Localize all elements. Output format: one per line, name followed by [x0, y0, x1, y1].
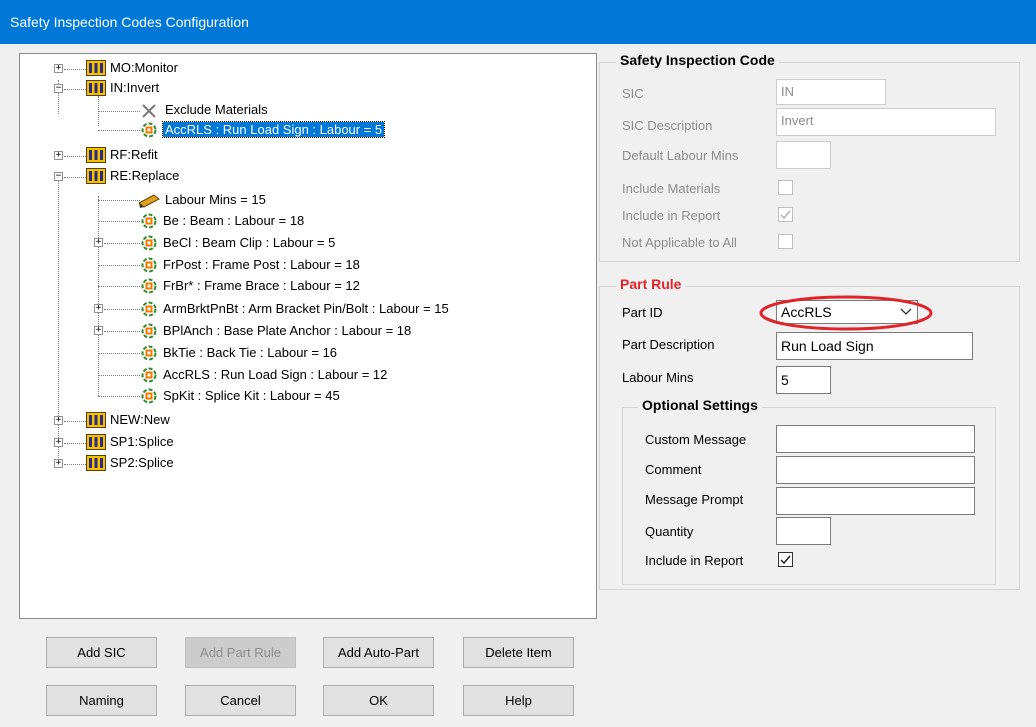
expand-toggle[interactable]: +	[54, 416, 63, 425]
sic-description-label: SIC Description	[622, 118, 713, 133]
labour-mins-label: Labour Mins	[622, 370, 694, 385]
grid-icon	[86, 412, 106, 428]
checkmark-icon	[780, 555, 791, 565]
grid-icon	[86, 168, 106, 184]
help-button[interactable]: Help	[463, 685, 574, 716]
tree-node-accrls-replace[interactable]: AccRLS : Run Load Sign : Labour = 12	[163, 365, 387, 385]
part-description-label: Part Description	[622, 337, 715, 352]
default-labour-input[interactable]	[776, 141, 831, 169]
part-icon	[141, 388, 157, 404]
tree-node-be[interactable]: Be : Beam : Labour = 18	[163, 211, 304, 231]
sic-group-title: Safety Inspection Code	[616, 52, 779, 68]
part-icon	[141, 345, 157, 361]
collapse-toggle[interactable]: −	[54, 172, 63, 181]
optional-settings-title: Optional Settings	[638, 397, 762, 413]
grid-icon	[86, 147, 106, 163]
part-icon	[141, 235, 157, 251]
expand-toggle[interactable]: +	[94, 326, 103, 335]
part-rule-title: Part Rule	[616, 276, 686, 292]
part-icon	[141, 122, 157, 138]
sic-tree-view[interactable]: + MO:Monitor − IN:Invert Exclude Materia…	[19, 53, 597, 619]
tree-node-replace[interactable]: RE:Replace	[110, 166, 179, 186]
custom-message-label: Custom Message	[645, 432, 747, 447]
not-applicable-checkbox[interactable]	[778, 234, 793, 249]
default-labour-label: Default Labour Mins	[622, 148, 739, 163]
grid-icon	[86, 80, 106, 96]
message-prompt-label: Message Prompt	[645, 492, 744, 507]
tree-node-becl[interactable]: BeCl : Beam Clip : Labour = 5	[163, 233, 335, 253]
sic-description-input[interactable]: Invert	[776, 108, 996, 136]
tree-node-new[interactable]: NEW:New	[110, 410, 170, 430]
expand-toggle[interactable]: +	[54, 64, 63, 73]
add-auto-part-button[interactable]: Add Auto-Part	[323, 637, 434, 668]
highlight-ellipse	[759, 295, 933, 331]
window-titlebar: Safety Inspection Codes Configuration	[0, 0, 1036, 44]
naming-button[interactable]: Naming	[46, 685, 157, 716]
part-icon	[141, 213, 157, 229]
tree-node-sp1[interactable]: SP1:Splice	[110, 432, 174, 452]
optional-include-report-checkbox[interactable]	[778, 552, 793, 567]
tree-node-accrls-invert[interactable]: AccRLS : Run Load Sign : Labour = 5	[161, 120, 386, 140]
tree-node-spkit[interactable]: SpKit : Splice Kit : Labour = 45	[163, 386, 340, 406]
expand-toggle[interactable]: +	[94, 304, 103, 313]
tree-node-refit[interactable]: RF:Refit	[110, 145, 158, 165]
tree-node-sp2[interactable]: SP2:Splice	[110, 453, 174, 473]
part-icon	[141, 367, 157, 383]
tree-node-armbrktpnbt[interactable]: ArmBrktPnBt : Arm Bracket Pin/Bolt : Lab…	[163, 299, 449, 319]
expand-toggle[interactable]: +	[54, 151, 63, 160]
expand-toggle[interactable]: +	[54, 438, 63, 447]
part-id-label: Part ID	[622, 305, 663, 320]
tree-node-invert[interactable]: IN:Invert	[110, 78, 159, 98]
tree-node-bplanch[interactable]: BPlAnch : Base Plate Anchor : Labour = 1…	[163, 321, 411, 341]
grid-icon	[86, 60, 106, 76]
optional-include-report-label: Include in Report	[645, 553, 744, 568]
tree-node-frpost[interactable]: FrPost : Frame Post : Labour = 18	[163, 255, 360, 275]
comment-label: Comment	[645, 462, 702, 477]
x-icon	[142, 104, 156, 118]
include-materials-label: Include Materials	[622, 181, 721, 196]
window-title: Safety Inspection Codes Configuration	[10, 14, 249, 30]
delete-item-button[interactable]: Delete Item	[463, 637, 574, 668]
tree-node-bktie[interactable]: BkTie : Back Tie : Labour = 16	[163, 343, 337, 363]
checkmark-icon	[780, 210, 791, 220]
expand-toggle[interactable]: +	[94, 238, 103, 247]
custom-message-input[interactable]	[776, 425, 975, 453]
tree-node-monitor[interactable]: MO:Monitor	[110, 58, 178, 78]
not-applicable-label: Not Applicable to All	[622, 235, 737, 250]
message-prompt-input[interactable]	[776, 487, 975, 515]
include-materials-checkbox[interactable]	[778, 180, 793, 195]
cancel-button[interactable]: Cancel	[185, 685, 296, 716]
part-icon	[141, 301, 157, 317]
quantity-input[interactable]	[776, 517, 831, 545]
part-icon	[141, 257, 157, 273]
comment-input[interactable]	[776, 456, 975, 484]
include-in-report-checkbox[interactable]	[778, 207, 793, 222]
quantity-label: Quantity	[645, 524, 694, 539]
part-icon	[141, 323, 157, 339]
sic-input[interactable]: IN	[776, 79, 886, 105]
add-sic-button[interactable]: Add SIC	[46, 637, 157, 668]
expand-toggle[interactable]: +	[54, 459, 63, 468]
add-part-rule-button[interactable]: Add Part Rule	[185, 637, 296, 668]
include-in-report-label: Include in Report	[622, 208, 721, 223]
collapse-toggle[interactable]: −	[54, 84, 63, 93]
ok-button[interactable]: OK	[323, 685, 434, 716]
labour-mins-input[interactable]: 5	[776, 366, 831, 394]
grid-icon	[86, 434, 106, 450]
tree-node-exclude-materials[interactable]: Exclude Materials	[165, 100, 268, 120]
grid-icon	[86, 455, 106, 471]
tree-node-labour-mins[interactable]: Labour Mins = 15	[165, 190, 266, 210]
tree-node-frbr[interactable]: FrBr* : Frame Brace : Labour = 12	[163, 276, 360, 296]
sic-label: SIC	[622, 86, 644, 101]
pencil-icon	[138, 194, 160, 208]
part-description-input[interactable]: Run Load Sign	[776, 332, 973, 360]
part-icon	[141, 278, 157, 294]
